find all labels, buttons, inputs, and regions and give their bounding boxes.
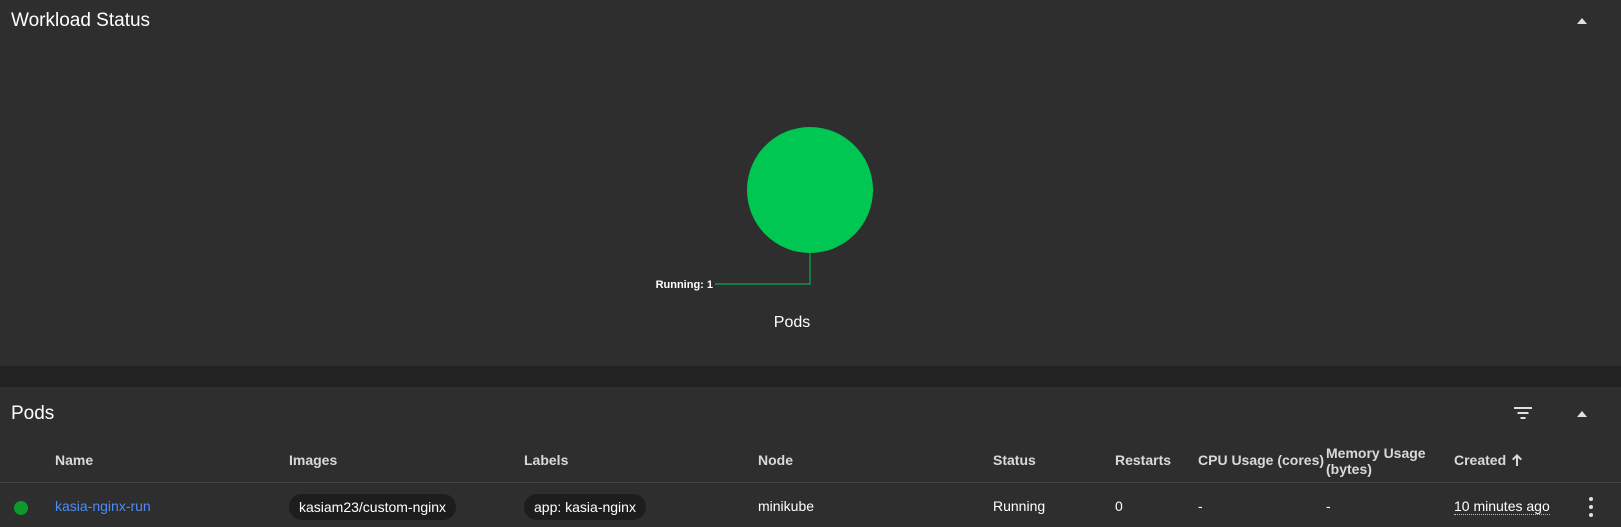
column-header-memory-line1: Memory Usage: [1326, 445, 1426, 461]
node-link[interactable]: minikube: [758, 498, 814, 514]
column-header-cpu[interactable]: CPU Usage (cores): [1198, 452, 1324, 468]
restarts-cell: 0: [1115, 498, 1123, 514]
kebab-dot: [1589, 505, 1593, 509]
section-divider: [0, 366, 1621, 387]
column-header-created-label: Created: [1454, 452, 1507, 468]
filter-list-icon: [1514, 407, 1532, 419]
created-cell: 10 minutes ago: [1454, 498, 1550, 515]
slice-leader-line: [715, 253, 811, 285]
pods-pie-chart: Running: 1: [656, 127, 873, 291]
image-chip: kasiam23/custom-nginx: [289, 494, 457, 520]
column-header-name[interactable]: Name: [55, 452, 93, 468]
pie-slice-running[interactable]: [747, 127, 873, 253]
cpu-cell: -: [1198, 498, 1203, 514]
pods-title: Pods: [11, 403, 55, 424]
memory-cell: -: [1326, 498, 1331, 514]
filter-button[interactable]: [1510, 400, 1536, 426]
column-header-status[interactable]: Status: [993, 452, 1036, 468]
slice-label: Running: 1: [656, 279, 713, 291]
label-chip: app: kasia-nginx: [524, 494, 646, 520]
status-cell: Running: [993, 498, 1046, 514]
kebab-dot: [1589, 513, 1593, 517]
column-header-restarts[interactable]: Restarts: [1115, 452, 1171, 468]
more-actions-button[interactable]: [1585, 497, 1597, 517]
running-status-icon: [14, 501, 28, 515]
chevron-up-icon: [1577, 411, 1587, 417]
collapse-pods-button[interactable]: [1570, 402, 1594, 426]
arrow-up-icon: [1512, 454, 1523, 466]
column-header-memory-line2: (bytes): [1326, 461, 1372, 477]
column-header-memory[interactable]: Memory Usage (bytes): [1326, 445, 1426, 477]
column-header-created[interactable]: Created: [1454, 452, 1523, 468]
table-header-divider: [0, 482, 1621, 483]
kebab-dot: [1589, 497, 1593, 501]
chart-title: Pods: [773, 314, 811, 331]
workload-status-card: Workload Status Running: 1 Pods: [0, 0, 1621, 366]
pod-name-link[interactable]: kasia-nginx-run: [55, 498, 151, 514]
column-header-images: Images: [289, 452, 338, 468]
column-header-labels: Labels: [524, 452, 569, 468]
created-time: 10 minutes ago: [1454, 498, 1550, 515]
column-header-node[interactable]: Node: [758, 452, 793, 468]
